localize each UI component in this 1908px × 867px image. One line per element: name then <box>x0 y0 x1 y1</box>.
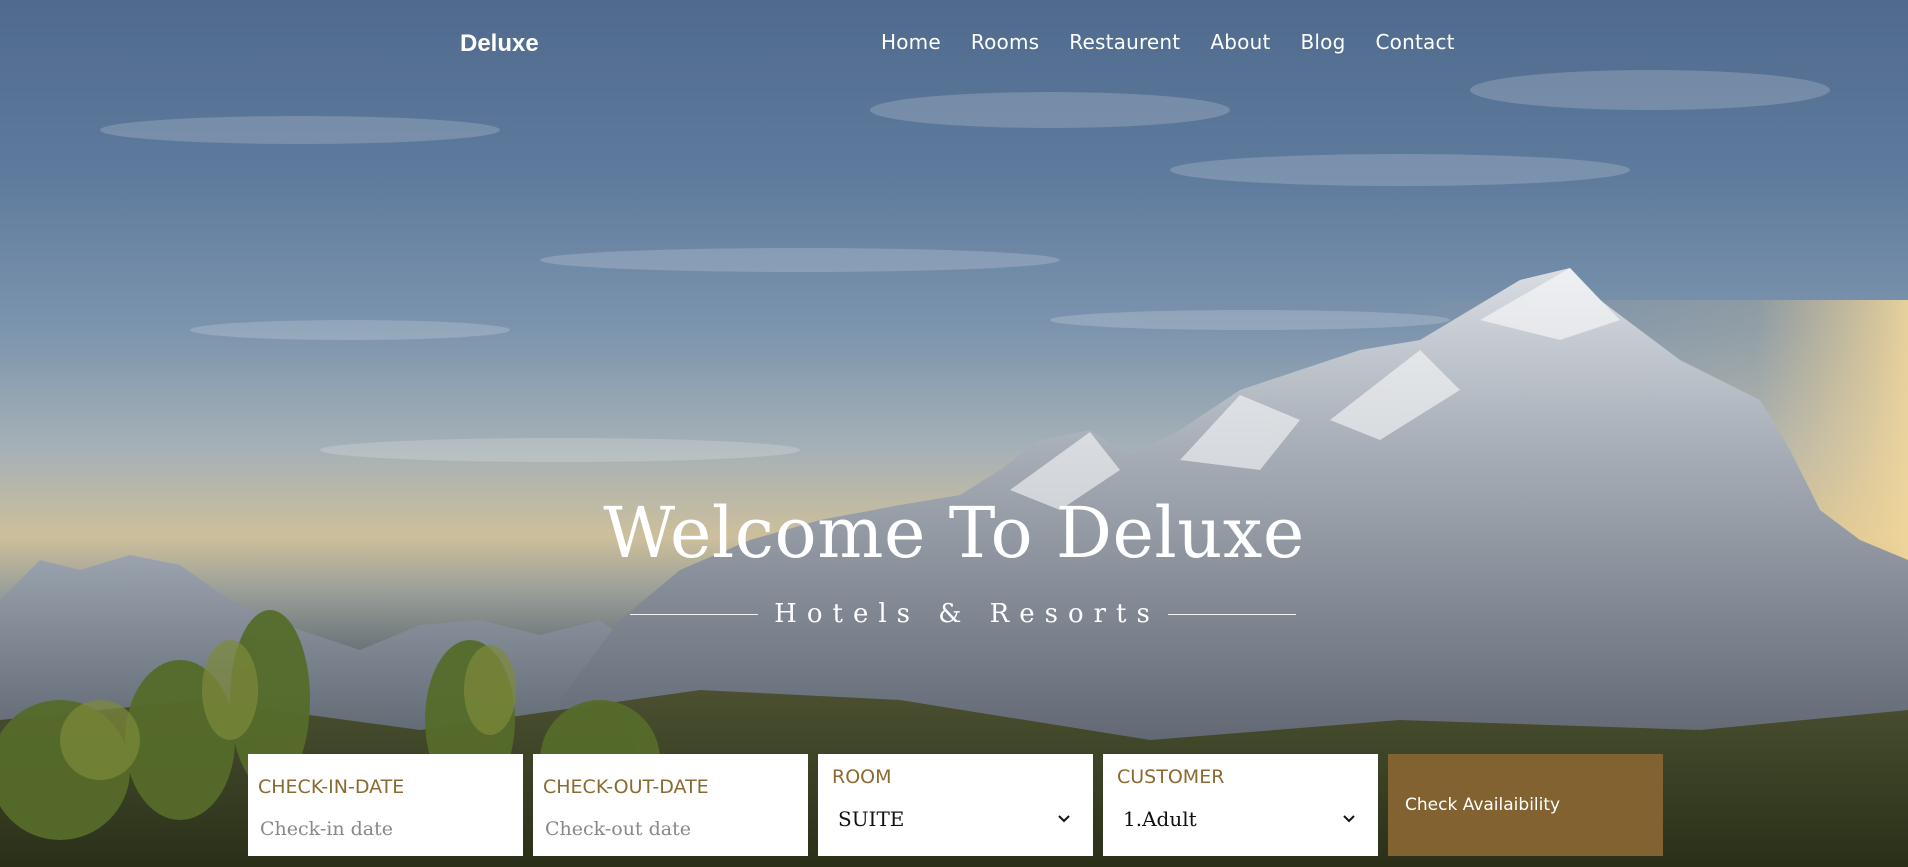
checkin-date-field[interactable]: CHECK-IN-DATE Check-in date <box>248 754 523 856</box>
hero-section: Deluxe Home Rooms Restaurent About Blog … <box>0 0 1908 867</box>
nav-rooms-link[interactable]: Rooms <box>971 30 1039 54</box>
room-select[interactable]: ROOM SUITE <box>818 754 1093 856</box>
checkin-label: CHECK-IN-DATE <box>258 776 405 798</box>
nav-blog-link[interactable]: Blog <box>1301 30 1346 54</box>
subtitle-left-divider <box>630 613 759 615</box>
customer-selected-value[interactable]: 1.Adult <box>1123 807 1197 831</box>
check-availability-button[interactable]: Check Availaibility <box>1388 754 1663 856</box>
nav-home-link[interactable]: Home <box>881 30 941 54</box>
hero-subtitle: Hotels & Resorts <box>774 599 1160 629</box>
subtitle-right-divider <box>1167 613 1297 615</box>
checkin-input[interactable]: Check-in date <box>260 818 393 840</box>
nav-about-link[interactable]: About <box>1210 30 1270 54</box>
customer-label: CUSTOMER <box>1117 766 1225 788</box>
room-label: ROOM <box>832 766 892 788</box>
checkout-date-field[interactable]: CHECK-OUT-DATE Check-out date <box>533 754 808 856</box>
booking-form: CHECK-IN-DATE Check-in date CHECK-OUT-DA… <box>248 754 1663 856</box>
hero-title: Welcome To Deluxe <box>603 492 1305 574</box>
chevron-down-icon[interactable] <box>1057 814 1071 824</box>
checkout-input[interactable]: Check-out date <box>545 818 691 840</box>
site-logo[interactable]: Deluxe <box>460 30 539 58</box>
main-nav: Home Rooms Restaurent About Blog Contact <box>881 30 1455 54</box>
nav-restaurant-link[interactable]: Restaurent <box>1069 30 1180 54</box>
customer-select[interactable]: CUSTOMER 1.Adult <box>1103 754 1378 856</box>
chevron-down-icon[interactable] <box>1342 814 1356 824</box>
checkout-label: CHECK-OUT-DATE <box>543 776 709 798</box>
hero-subtitle-row: Hotels & Resorts <box>630 599 1297 629</box>
room-selected-value[interactable]: SUITE <box>838 807 904 831</box>
mountain-background-image <box>0 70 1908 867</box>
nav-contact-link[interactable]: Contact <box>1376 30 1455 54</box>
